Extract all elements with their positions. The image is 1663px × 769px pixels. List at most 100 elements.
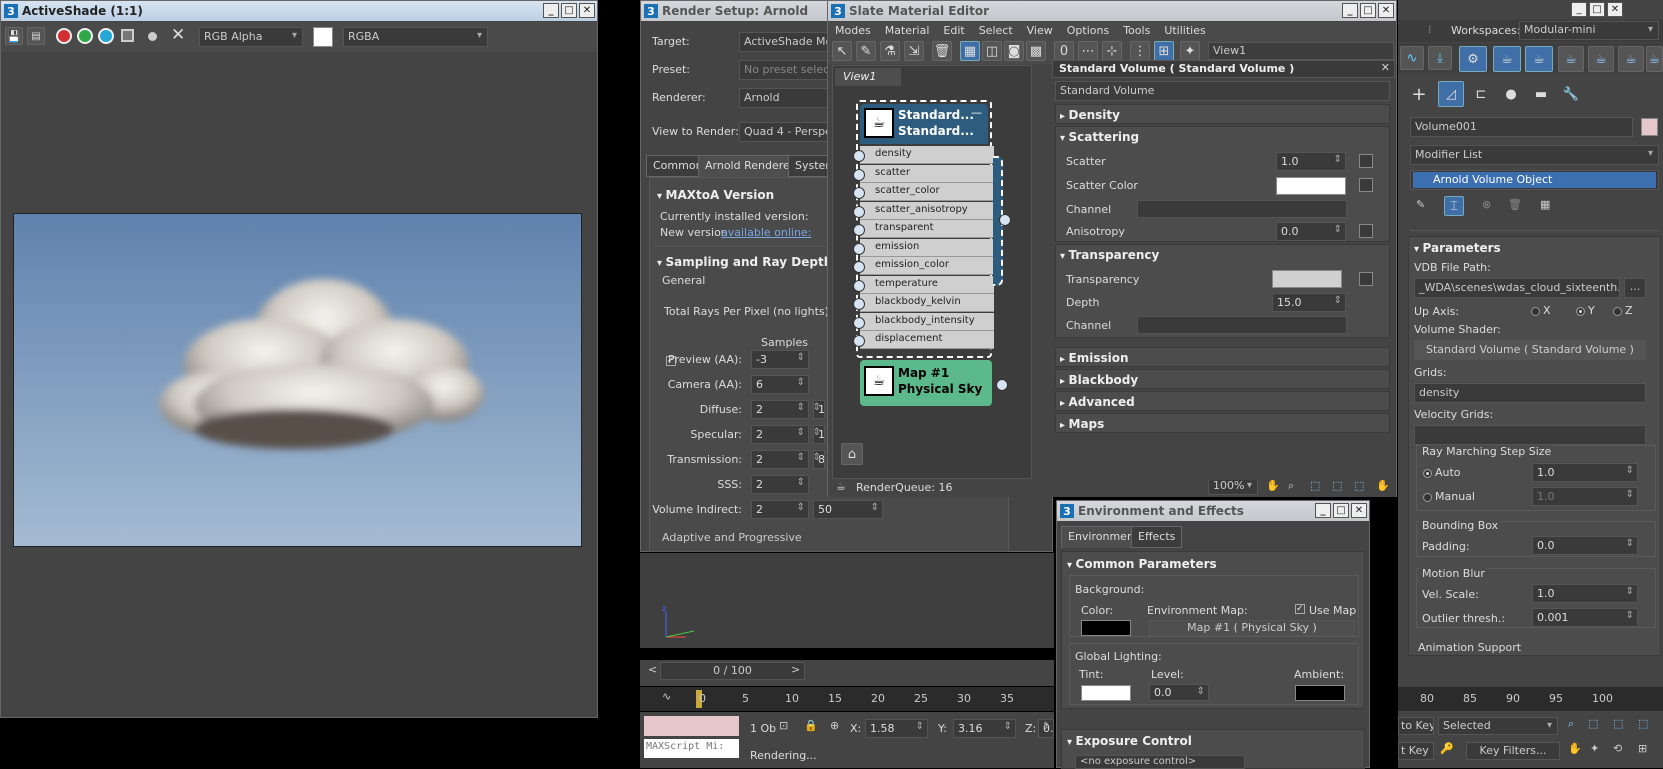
- alpha-channel-icon[interactable]: [121, 29, 134, 42]
- modifier-list-dropdown[interactable]: Modifier List: [1410, 145, 1659, 165]
- transparency-map-button[interactable]: [1359, 272, 1373, 286]
- sampling-row-field[interactable]: 6: [751, 375, 809, 394]
- menu-utilities[interactable]: Utilities: [1157, 22, 1212, 40]
- node-port-blackbody-kelvin[interactable]: blackbody_kelvin: [853, 294, 994, 312]
- hierarchy-tab-icon[interactable]: ⊏: [1468, 81, 1494, 107]
- select-tool-icon[interactable]: ↖: [832, 41, 852, 61]
- utilities-tab-icon[interactable]: 🔧: [1558, 81, 1584, 107]
- node-view[interactable]: View1 ☕ Standard... Standard... — densit…: [832, 65, 1032, 479]
- curve-editor-icon[interactable]: ∿: [662, 690, 671, 703]
- sampling-row-extra[interactable]: 8: [813, 450, 825, 469]
- port-socket[interactable]: [853, 187, 865, 199]
- y-coord-field[interactable]: 3.16: [953, 719, 1016, 738]
- channel-dropdown[interactable]: RGB Alpha: [199, 27, 303, 47]
- port-socket[interactable]: [853, 335, 865, 347]
- activeshade-icon[interactable]: ☕: [1588, 46, 1614, 72]
- object-color-swatch[interactable]: [1641, 118, 1658, 136]
- navigator-icon[interactable]: ⌂: [841, 443, 863, 465]
- maxscript-listener-pink[interactable]: [644, 716, 739, 736]
- green-channel-button[interactable]: [77, 28, 93, 44]
- assign-material-icon[interactable]: ⇲: [904, 41, 924, 61]
- clear-icon[interactable]: ✕: [171, 25, 185, 45]
- emission-header[interactable]: Emission: [1060, 351, 1129, 365]
- tab-arnold-renderer[interactable]: Arnold Renderer: [698, 155, 802, 177]
- import-icon[interactable]: ⤓: [1428, 46, 1452, 70]
- menu-material[interactable]: Material: [878, 22, 937, 40]
- node-header[interactable]: ☕ Standard... Standard... —: [860, 104, 988, 144]
- layout-icon[interactable]: ▦: [960, 41, 980, 61]
- frame-slider[interactable]: 0 / 100: [660, 662, 805, 680]
- node-port-temperature[interactable]: temperature: [853, 275, 994, 294]
- node-port-density[interactable]: density: [853, 146, 994, 164]
- blackbody-header[interactable]: Blackbody: [1060, 373, 1139, 387]
- auto-step-field[interactable]: 1.0: [1532, 463, 1638, 482]
- minimize-button[interactable]: _: [543, 3, 559, 18]
- auto-key-button[interactable]: to Key: [1398, 717, 1434, 735]
- close-button[interactable]: ✕: [1351, 503, 1367, 518]
- exposure-dropdown[interactable]: <no exposure control>: [1075, 755, 1245, 769]
- up-axis-x-radio[interactable]: X: [1528, 304, 1551, 317]
- object-name-field[interactable]: Volume001: [1410, 117, 1633, 137]
- port-socket[interactable]: [853, 316, 865, 329]
- app-close-button[interactable]: ✕: [1607, 2, 1623, 17]
- zoom-region-icon[interactable]: ⬚: [1310, 479, 1320, 492]
- map-output-socket[interactable]: [996, 379, 1008, 391]
- up-axis-z-radio[interactable]: Z: [1610, 304, 1633, 317]
- node-output-socket[interactable]: [999, 214, 1011, 226]
- manual-radio[interactable]: Manual: [1420, 490, 1475, 503]
- level-field[interactable]: 0.0: [1149, 684, 1209, 701]
- volume-shader-button[interactable]: Standard Volume ( Standard Volume ): [1414, 340, 1646, 360]
- x-coord-field[interactable]: 1.58: [865, 719, 928, 738]
- trackbar[interactable]: ∿ 0 5 10 15 20 25 30 35: [640, 687, 1054, 711]
- vdb-file-path-field[interactable]: _WDA\scenes\wdas_cloud_sixteenth.vdb: [1414, 278, 1620, 298]
- port-socket[interactable]: [853, 242, 865, 255]
- view1-tab[interactable]: View1: [835, 68, 901, 86]
- a360-icon[interactable]: ☕: [1646, 46, 1663, 72]
- ambient-swatch[interactable]: [1295, 685, 1345, 701]
- schematic-icon[interactable]: ∿: [1400, 46, 1424, 70]
- target-dropdown[interactable]: ActiveShade Mode: [739, 32, 839, 52]
- menu-modes[interactable]: Modes: [828, 22, 878, 40]
- anisotropy-field[interactable]: 0.0: [1276, 222, 1346, 241]
- port-socket[interactable]: [853, 168, 865, 181]
- param-close-icon[interactable]: ✕: [1381, 61, 1390, 74]
- scatter-map-button[interactable]: [1359, 154, 1373, 168]
- remove-modifier-icon[interactable]: 🗑: [1508, 198, 1522, 211]
- z-coord-field[interactable]: 0.0: [1038, 719, 1054, 738]
- node-port-scatter-color[interactable]: scatter_color: [853, 183, 994, 201]
- zoom-extents-icon[interactable]: ⬚: [1332, 479, 1342, 492]
- physical-sky-node[interactable]: ☕ Map #1 Physical Sky: [860, 360, 992, 406]
- copy-image-icon[interactable]: ▤: [27, 27, 45, 45]
- sampling-row-field[interactable]: 2: [751, 475, 809, 494]
- zoom-selected-icon[interactable]: ⬚: [1354, 479, 1364, 492]
- sampling-row-extra[interactable]: 50: [813, 500, 883, 519]
- viewport-extents-all-icon[interactable]: ⬚: [1638, 717, 1648, 730]
- menu-view[interactable]: View: [1020, 22, 1060, 40]
- hilight-icon[interactable]: ✦: [1180, 41, 1200, 61]
- transparency-swatch[interactable]: [1272, 270, 1342, 288]
- maximize-button[interactable]: □: [561, 3, 577, 18]
- delete-icon[interactable]: 🗑: [932, 41, 952, 61]
- node-port-displacement[interactable]: displacement: [853, 331, 994, 349]
- rendered-frame-icon[interactable]: ☕: [1525, 46, 1553, 72]
- pan-view-icon[interactable]: ✋: [1568, 742, 1582, 755]
- isolate-icon[interactable]: ⊡: [779, 719, 788, 732]
- close-button[interactable]: ✕: [579, 3, 595, 18]
- preset-dropdown[interactable]: No preset selected: [739, 60, 839, 80]
- standard-volume-node[interactable]: ☕ Standard... Standard... — density scatt…: [853, 100, 994, 358]
- slate-titlebar[interactable]: 3 Slate Material Editor _ □ ✕: [828, 1, 1396, 21]
- show-end-result-icon[interactable]: ⌶: [1444, 196, 1464, 216]
- renderer-dropdown[interactable]: Arnold: [739, 88, 839, 108]
- sampling-row-field[interactable]: 2: [751, 450, 809, 469]
- next-frame-arrow[interactable]: >: [791, 663, 800, 676]
- tint-swatch[interactable]: [1081, 685, 1131, 701]
- minimize-button[interactable]: _: [1342, 3, 1358, 18]
- grids-field[interactable]: density: [1414, 383, 1646, 403]
- port-socket[interactable]: [853, 261, 865, 273]
- render-icon[interactable]: ☕: [1558, 46, 1584, 72]
- material-name-field[interactable]: Standard Volume: [1055, 81, 1390, 101]
- eyedropper-icon[interactable]: ✎: [856, 41, 876, 61]
- red-channel-button[interactable]: [56, 28, 72, 44]
- exposure-header[interactable]: Exposure Control: [1067, 734, 1192, 748]
- move-children-icon[interactable]: ⊹: [1102, 41, 1122, 61]
